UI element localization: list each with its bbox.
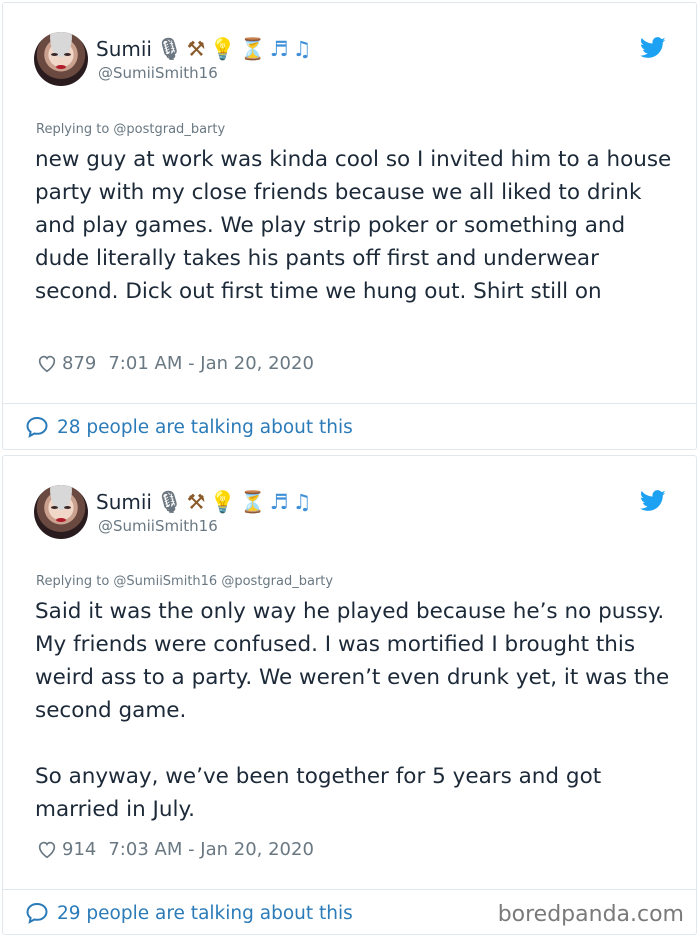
author-name[interactable]: Sumii 🎙 ⚒ 💡 ⏳ ♬ ♫ [96, 490, 311, 514]
replying-to[interactable]: Replying to @postgrad_barty [36, 122, 225, 137]
timestamp[interactable]: 7:03 AM - Jan 20, 2020 [108, 839, 314, 860]
avatar[interactable] [34, 485, 88, 539]
replying-to[interactable]: Replying to @SumiiSmith16 @postgrad_bart… [36, 574, 333, 589]
like-count[interactable]: 914 [62, 839, 96, 860]
hammer-icon: ⚒ [186, 36, 206, 61]
hammer-icon: ⚒ [186, 489, 206, 514]
music-note-icon: ♫ [292, 489, 312, 514]
conversation-link[interactable]: 29 people are talking about this [25, 901, 353, 925]
avatar[interactable] [34, 32, 88, 86]
watermark: boredpanda.com [497, 902, 684, 927]
like-count[interactable]: 879 [62, 353, 96, 374]
author-name-text[interactable]: Sumii [96, 37, 152, 61]
speech-bubble-icon [26, 902, 48, 924]
music-notes-icon: ♬ [269, 489, 289, 514]
author-name-text[interactable]: Sumii [96, 490, 152, 514]
twitter-bird-icon[interactable] [640, 490, 666, 512]
author-handle[interactable]: @SumiiSmith16 [98, 64, 218, 82]
hourglass-icon: ⏳ [239, 489, 266, 514]
divider [3, 403, 696, 404]
heart-icon[interactable] [36, 838, 58, 860]
conversation-link[interactable]: 28 people are talking about this [25, 415, 353, 439]
divider [3, 889, 696, 890]
lightbulb-icon: 💡 [209, 489, 236, 514]
tweet-card[interactable]: Sumii 🎙 ⚒ 💡 ⏳ ♬ ♫ @SumiiSmith16 Replying… [2, 2, 697, 450]
tweet-meta: 914 7:03 AM - Jan 20, 2020 [36, 838, 314, 860]
hourglass-icon: ⏳ [239, 36, 266, 61]
music-notes-icon: ♬ [269, 36, 289, 61]
tweet-card[interactable]: Sumii 🎙 ⚒ 💡 ⏳ ♬ ♫ @SumiiSmith16 Replying… [2, 455, 697, 935]
tweet-text: Said it was the only way he played becau… [35, 599, 670, 822]
twitter-bird-icon[interactable] [640, 37, 666, 59]
lightbulb-icon: 💡 [209, 36, 236, 61]
talking-label[interactable]: 28 people are talking about this [57, 417, 353, 438]
heart-icon[interactable] [36, 352, 58, 374]
speech-bubble-icon [26, 416, 48, 438]
microphone-icon: 🎙 [155, 489, 183, 514]
music-note-icon: ♫ [292, 36, 312, 61]
talking-label[interactable]: 29 people are talking about this [57, 903, 353, 924]
author-name[interactable]: Sumii 🎙 ⚒ 💡 ⏳ ♬ ♫ [96, 37, 311, 61]
tweet-text: new guy at work was kinda cool so I invi… [35, 147, 679, 304]
author-handle[interactable]: @SumiiSmith16 [98, 517, 218, 535]
timestamp[interactable]: 7:01 AM - Jan 20, 2020 [108, 353, 314, 374]
microphone-icon: 🎙 [155, 36, 183, 61]
tweet-meta: 879 7:01 AM - Jan 20, 2020 [36, 352, 314, 374]
